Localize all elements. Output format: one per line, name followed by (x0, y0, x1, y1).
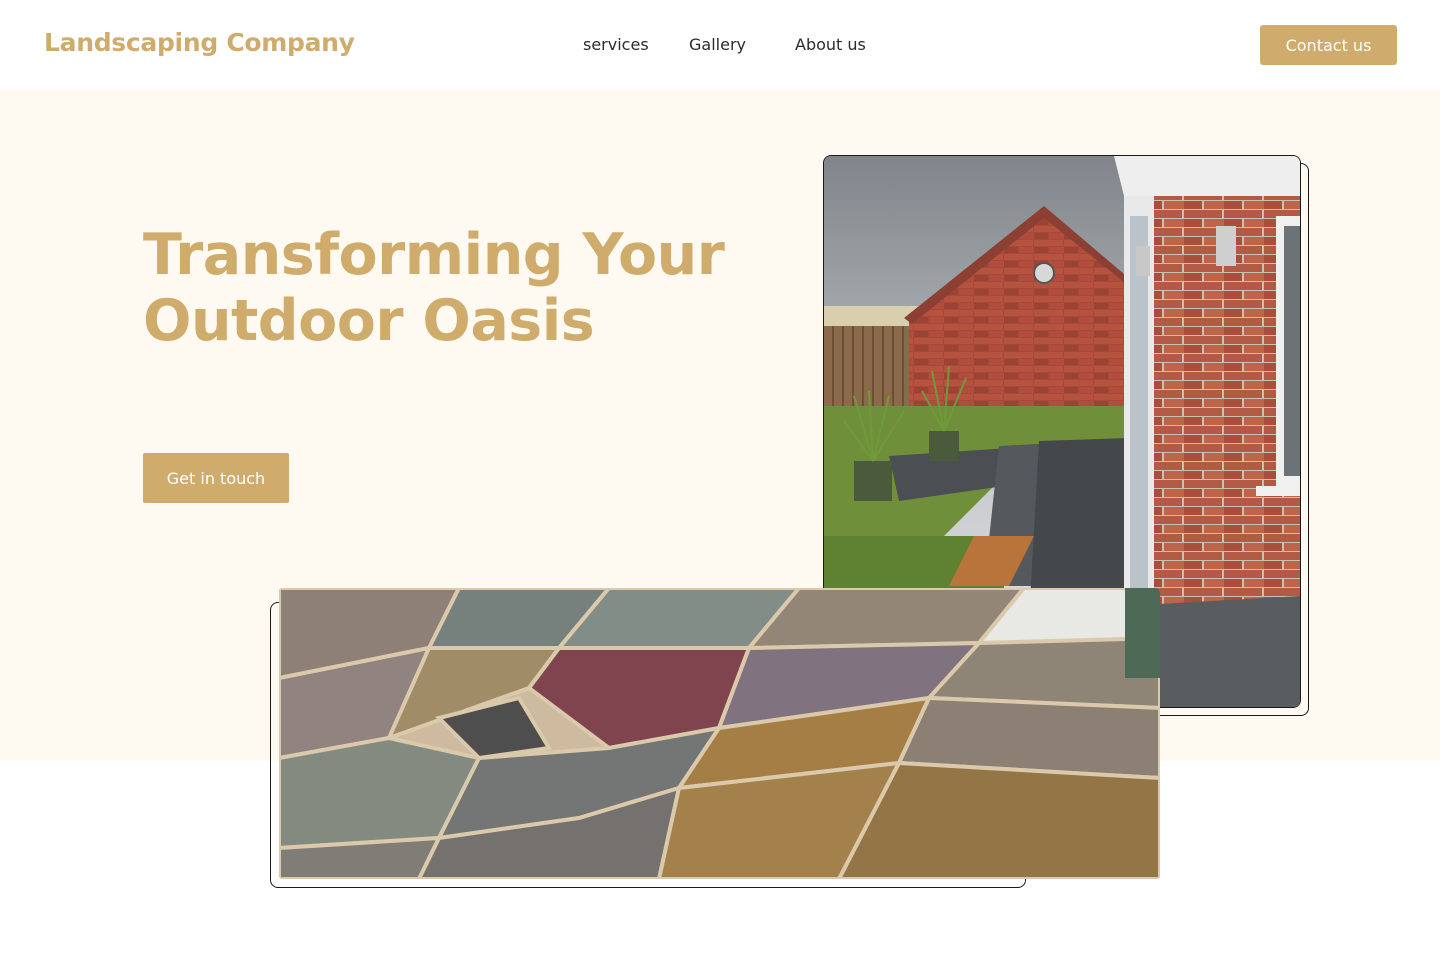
hero-title-line-2: Outdoor Oasis (143, 288, 595, 354)
site-header: Landscaping Company services Gallery Abo… (0, 0, 1440, 90)
get-in-touch-button[interactable]: Get in touch (143, 453, 289, 503)
nav-link-gallery[interactable]: Gallery (689, 35, 746, 54)
hero-title-line-1: Transforming Your (143, 222, 725, 288)
stone-tiles-illustration (279, 588, 1160, 879)
hero-title: Transforming Your Outdoor Oasis (143, 222, 763, 354)
nav-link-about-us[interactable]: About us (795, 35, 866, 54)
nav-link-services[interactable]: services (583, 35, 649, 54)
site-logo[interactable]: Landscaping Company (44, 28, 355, 57)
contact-us-button[interactable]: Contact us (1260, 25, 1397, 65)
stone-tiles-photo (279, 588, 1160, 879)
